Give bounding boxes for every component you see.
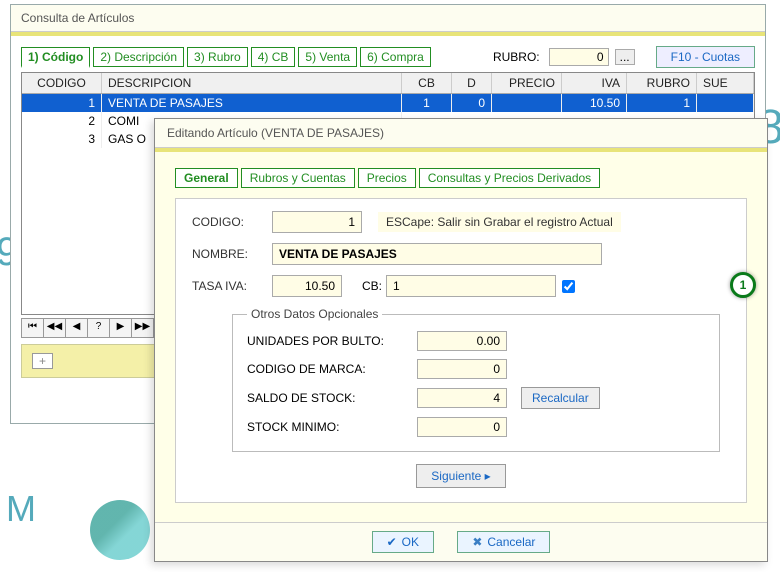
table-row[interactable]: 1 VENTA DE PASAJES 1 0 10.50 1 — [22, 94, 754, 112]
watermark: M — [6, 488, 36, 530]
tab-descripcion[interactable]: 2) Descripción — [93, 47, 184, 67]
rubro-more-button[interactable]: ... — [615, 49, 635, 65]
col-cb[interactable]: CB — [402, 73, 452, 93]
nav-prev[interactable]: ◀ — [66, 319, 88, 337]
nombre-label: NOMBRE: — [192, 247, 272, 261]
saldo-stock-label: SALDO DE STOCK: — [247, 391, 417, 405]
unidades-bulto-input[interactable] — [417, 331, 507, 351]
stock-minimo-input[interactable] — [417, 417, 507, 437]
tab-general[interactable]: General — [175, 168, 238, 188]
otros-datos-fieldset: Otros Datos Opcionales UNIDADES POR BULT… — [232, 307, 720, 452]
col-iva[interactable]: IVA — [562, 73, 627, 93]
stock-minimo-label: STOCK MINIMO: — [247, 420, 417, 434]
add-button[interactable]: + — [32, 353, 53, 369]
codigo-label: CODIGO: — [192, 215, 272, 229]
siguiente-button[interactable]: Siguiente ▸ — [416, 464, 505, 488]
nav-next[interactable]: ▶ — [110, 319, 132, 337]
cb-checkbox[interactable] — [562, 280, 575, 293]
col-sue[interactable]: SUE — [697, 73, 754, 93]
tasa-iva-label: TASA IVA: — [192, 279, 272, 293]
logo-swirl-icon — [90, 500, 150, 560]
nav-first[interactable]: ⏮ — [22, 319, 44, 337]
nav-query[interactable]: ? — [88, 319, 110, 337]
dialog-title: Editando Artículo (VENTA DE PASAJES) — [155, 119, 767, 148]
tasa-iva-input[interactable] — [272, 275, 342, 297]
nav-next-page[interactable]: ▶▶ — [132, 319, 154, 337]
cb-label: CB: — [362, 279, 382, 293]
nav-prev-page[interactable]: ◀◀ — [44, 319, 66, 337]
codigo-input[interactable] — [272, 211, 362, 233]
col-descripcion[interactable]: DESCRIPCION — [102, 73, 402, 93]
tab-venta[interactable]: 5) Venta — [298, 47, 357, 67]
otros-datos-legend: Otros Datos Opcionales — [247, 307, 382, 321]
tab-consultas-derivados[interactable]: Consultas y Precios Derivados — [419, 168, 600, 188]
rubro-label: RUBRO: — [493, 50, 540, 64]
col-precio[interactable]: PRECIO — [492, 73, 562, 93]
tab-compra[interactable]: 6) Compra — [360, 47, 431, 67]
f10-cuotas-button[interactable]: F10 - Cuotas — [656, 46, 755, 68]
col-codigo[interactable]: CODIGO — [22, 73, 102, 93]
tab-rubros-cuentas[interactable]: Rubros y Cuentas — [241, 168, 355, 188]
cancel-icon: ✖ — [472, 535, 482, 549]
rubro-input[interactable] — [549, 48, 609, 66]
col-rubro[interactable]: RUBRO — [627, 73, 697, 93]
editando-articulo-dialog: Editando Artículo (VENTA DE PASAJES) Gen… — [154, 118, 768, 562]
codigo-marca-input[interactable] — [417, 359, 507, 379]
escape-hint: ESCape: Salir sin Grabar el registro Act… — [378, 212, 621, 232]
tab-cb[interactable]: 4) CB — [251, 47, 296, 67]
tab-precios[interactable]: Precios — [358, 168, 416, 188]
saldo-stock-input[interactable] — [417, 388, 507, 408]
tab-codigo[interactable]: 1) Código — [21, 47, 90, 68]
tab-rubro[interactable]: 3) Rubro — [187, 47, 248, 67]
callout-badge: 1 — [730, 272, 756, 298]
ok-label: OK — [402, 535, 419, 549]
col-d[interactable]: D — [452, 73, 492, 93]
cancel-label: Cancelar — [487, 535, 535, 549]
nombre-input[interactable] — [272, 243, 602, 265]
recalcular-button[interactable]: Recalcular — [521, 387, 600, 409]
window-title: Consulta de Artículos — [11, 5, 765, 32]
cancel-button[interactable]: ✖ Cancelar — [457, 531, 550, 553]
cb-input[interactable] — [386, 275, 556, 297]
ok-button[interactable]: ✔ OK — [372, 531, 434, 553]
codigo-marca-label: CODIGO DE MARCA: — [247, 362, 417, 376]
check-icon: ✔ — [387, 535, 397, 549]
unidades-bulto-label: UNIDADES POR BULTO: — [247, 334, 417, 348]
